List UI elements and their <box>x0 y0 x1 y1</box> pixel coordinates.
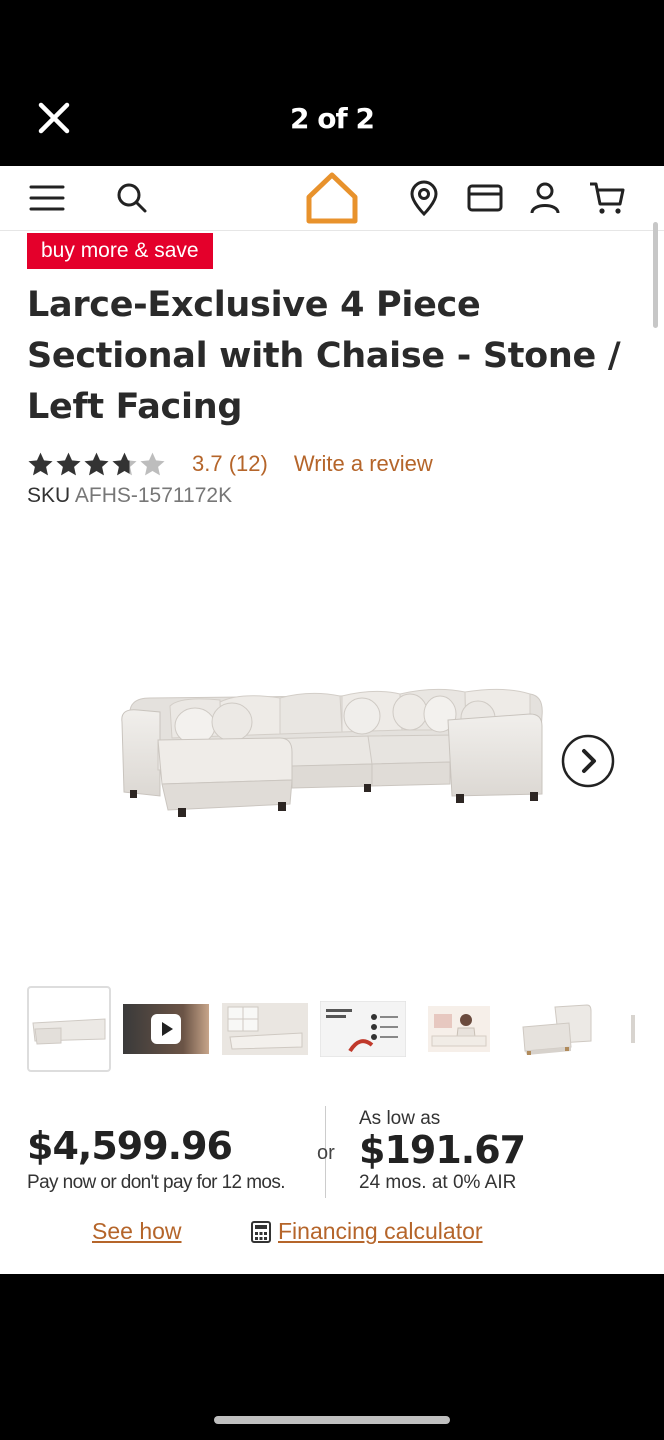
sectional-sofa-image <box>121 688 543 817</box>
thumbnail-feature-graphic[interactable] <box>320 986 406 1072</box>
cart-button[interactable] <box>587 178 627 218</box>
price-note: Pay now or don't pay for 12 mos. <box>27 1172 286 1193</box>
chevron-right-icon <box>561 734 615 788</box>
account-icon <box>530 182 560 214</box>
thumbnail-sectional-front[interactable] <box>27 986 111 1072</box>
product-page: buy more & save Larce-Exclusive 4 Piece … <box>0 166 664 1274</box>
thumbnail-chaise-piece[interactable] <box>517 986 595 1072</box>
viewer-bottom-bar <box>0 1274 664 1440</box>
image-counter: 2 of 2 <box>290 102 375 135</box>
thumbnail-strip <box>27 986 664 1072</box>
credit-card-button[interactable] <box>465 178 505 218</box>
or-label: or <box>317 1142 335 1164</box>
menu-button[interactable] <box>27 178 67 218</box>
site-header <box>0 166 664 231</box>
financing-calculator-label: Financing calculator <box>278 1218 483 1244</box>
page-scrollbar[interactable] <box>653 222 658 328</box>
sku-line: SKU AFHS-1571172K <box>27 484 232 508</box>
as-low-as-label: As low as <box>359 1108 441 1129</box>
price: $4,599.96 <box>27 1124 233 1168</box>
star-rating[interactable] <box>27 451 166 477</box>
star-icon <box>112 452 137 476</box>
home-logo[interactable] <box>300 170 364 226</box>
location-pin-icon <box>410 180 438 216</box>
thumbnail-lifestyle[interactable] <box>424 986 494 1072</box>
monthly-price: $191.67 <box>359 1128 526 1172</box>
star-icon <box>56 452 81 476</box>
partial-thumbnail-image <box>631 1015 635 1043</box>
rating-row: 3.7 (12) Write a review <box>27 448 433 480</box>
credit-card-icon <box>467 184 503 212</box>
account-button[interactable] <box>525 178 565 218</box>
home-logo-icon <box>306 172 358 224</box>
pricing-block: $4,599.96 Pay now or don't pay for 12 mo… <box>27 1106 637 1198</box>
sku-label: SKU <box>27 484 71 507</box>
thumbnail-partial[interactable] <box>625 986 641 1072</box>
product-main-image[interactable] <box>110 676 555 836</box>
monthly-note: 24 mos. at 0% AIR <box>359 1172 517 1193</box>
viewer-top-bar: 2 of 2 <box>0 0 664 166</box>
thumbnail-room-scene[interactable] <box>222 986 308 1072</box>
cart-icon <box>590 182 625 214</box>
financing-links: See how Financing calculator <box>0 1218 664 1252</box>
search-button[interactable] <box>112 178 152 218</box>
star-icon <box>140 452 165 476</box>
financing-calculator-link[interactable]: Financing calculator <box>250 1218 483 1245</box>
star-icon <box>28 452 53 476</box>
star-icon <box>84 452 109 476</box>
feature-graphic-image <box>320 1001 406 1057</box>
thumbnail-video[interactable] <box>123 986 209 1072</box>
store-locator-button[interactable] <box>404 178 444 218</box>
lifestyle-image <box>428 1006 490 1052</box>
thumbnail-sectional-image <box>32 1018 106 1045</box>
video-thumbnail-image <box>123 1004 209 1054</box>
product-title: Larce-Exclusive 4 Piece Sectional with C… <box>27 285 621 427</box>
see-how-link[interactable]: See how <box>92 1218 182 1245</box>
sku-value: AFHS-1571172K <box>74 484 233 507</box>
search-icon <box>117 183 147 213</box>
room-scene-image <box>222 1003 308 1055</box>
next-image-button[interactable] <box>561 734 615 788</box>
menu-icon <box>29 185 65 211</box>
promo-badge[interactable]: buy more & save <box>27 233 213 269</box>
home-indicator[interactable] <box>214 1416 450 1424</box>
write-review-link[interactable]: Write a review <box>294 451 433 477</box>
rating-count[interactable]: 3.7 (12) <box>192 451 268 477</box>
calculator-icon <box>251 1220 271 1243</box>
chaise-piece-image <box>522 1004 592 1055</box>
